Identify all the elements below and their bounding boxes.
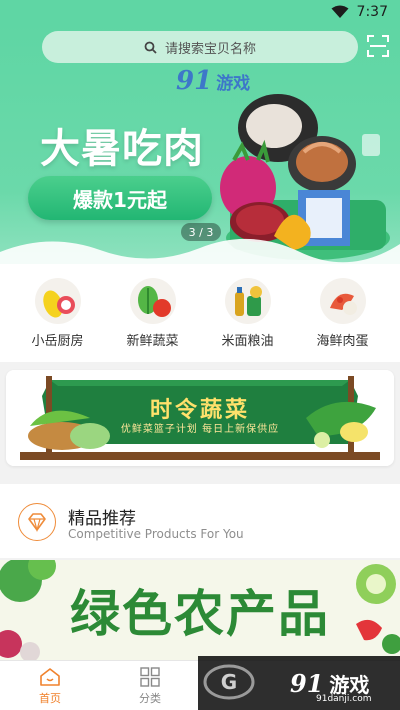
gamer-logo: G [203,664,255,700]
banner-headline: 大暑吃肉 [40,126,204,172]
watermark-site: 91danji.com [316,694,372,704]
wifi-icon [331,5,349,18]
category-item[interactable]: 海鲜肉蛋 [303,278,383,349]
grid-icon [140,666,160,687]
search-bar[interactable]: 请搜索宝贝名称 [42,31,358,63]
app-screen: 7:37 请搜索宝贝名称 91 游戏 大暑吃肉 爆款1元起 3 / 3 小岳厨房… [0,0,400,710]
banner-wave-decoration [0,238,400,264]
seasonal-vegetables-banner[interactable]: 时令蔬菜 优鲜菜篮子计划 每日上新保供应 [6,370,394,466]
tab-home[interactable]: 首页 [0,661,100,710]
tab-category-label: 分类 [139,691,161,705]
banner-cta-button[interactable]: 爆款1元起 [28,176,212,220]
category-label: 新鲜蔬菜 [126,334,179,349]
green-products-title: 绿色农产品 [70,585,330,643]
category-label: 小岳厨房 [31,334,84,349]
scan-icon[interactable] [366,34,390,58]
logo-number: 91 [176,66,213,96]
category-item[interactable]: 米面粮油 [208,278,288,349]
category-row: 小岳厨房 新鲜蔬菜 米面粮油 海鲜肉蛋 [0,264,400,362]
tab-home-label: 首页 [39,691,61,705]
section-subtitle: Competitive Products For You [68,527,244,541]
search-placeholder: 请搜索宝贝名称 [164,41,256,57]
category-item[interactable]: 新鲜蔬菜 [113,278,193,349]
green-products-banner[interactable]: 绿色农产品 [0,560,400,660]
home-icon [40,667,60,686]
status-time: 7:37 [356,4,388,20]
promo-banner[interactable]: 请搜索宝贝名称 91 游戏 大暑吃肉 爆款1元起 3 / 3 [0,24,400,264]
seasonal-subtitle: 优鲜菜篮子计划 每日上新保供应 [120,424,280,435]
seafood-icon [319,278,366,324]
vegetable-icon [129,278,176,324]
grain-oil-icon [224,278,271,324]
svg-text:G: G [221,670,237,694]
category-item[interactable]: 小岳厨房 [18,278,98,349]
diamond-icon [18,503,56,541]
status-bar: 7:37 [0,0,400,24]
fruit-icon [34,278,81,324]
recommend-section-header: 精品推荐 Competitive Products For You [0,484,400,558]
category-label: 海鲜肉蛋 [316,334,369,349]
tab-category[interactable]: 分类 [100,661,200,710]
search-icon [144,41,157,54]
section-title: 精品推荐 [68,509,136,529]
category-label: 米面粮油 [221,334,274,349]
